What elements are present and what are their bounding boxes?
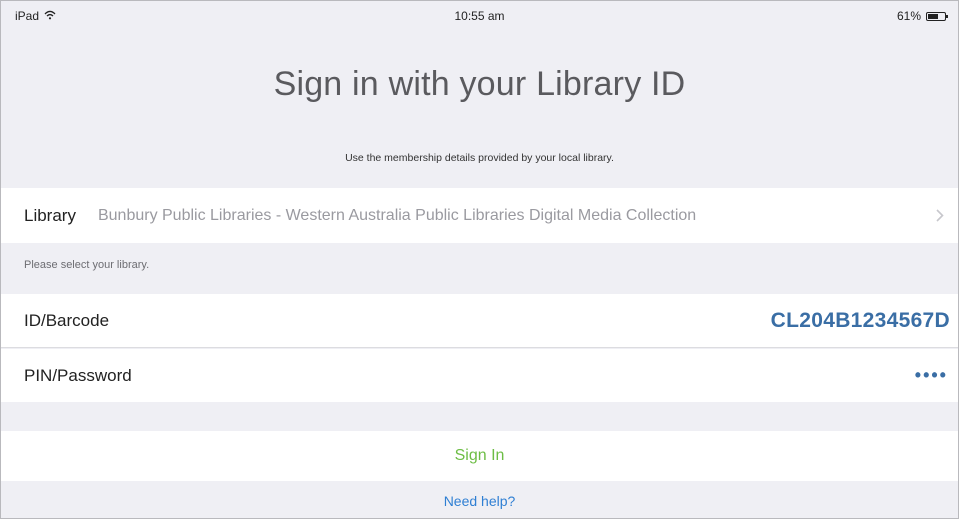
chevron-right-icon xyxy=(936,209,948,222)
app-window: iPad 10:55 am 61% Sign in with your Libr… xyxy=(0,0,959,519)
library-hint: Please select your library. xyxy=(24,259,150,271)
need-help-link[interactable]: Need help? xyxy=(1,493,958,509)
pin-password-field[interactable]: PIN/Password •••• xyxy=(1,349,958,402)
pin-password-value[interactable]: •••• xyxy=(915,365,948,386)
status-bar: iPad 10:55 am 61% xyxy=(1,1,958,37)
battery-icon xyxy=(926,11,948,21)
id-barcode-field[interactable]: ID/Barcode CL204B1234567D xyxy=(1,294,958,348)
pin-password-label: PIN/Password xyxy=(24,365,132,385)
battery-fill xyxy=(928,13,938,19)
battery-tip xyxy=(946,14,948,18)
page-title: Sign in with your Library ID xyxy=(273,65,686,103)
battery-percent: 61% xyxy=(896,9,921,23)
library-value: Bunbury Public Libraries - Western Austr… xyxy=(97,206,697,224)
sign-in-row[interactable]: Sign In xyxy=(1,431,958,481)
status-right: 61% xyxy=(896,9,948,23)
library-label: Library xyxy=(24,205,76,225)
status-time: 10:55 am xyxy=(454,9,505,23)
id-barcode-label: ID/Barcode xyxy=(24,310,110,330)
sign-in-button[interactable]: Sign In xyxy=(455,447,505,465)
page-subtitle: Use the membership details provided by y… xyxy=(345,152,614,164)
library-selector[interactable]: Library Bunbury Public Libraries - Weste… xyxy=(1,188,958,243)
id-barcode-value[interactable]: CL204B1234567D xyxy=(771,309,950,333)
